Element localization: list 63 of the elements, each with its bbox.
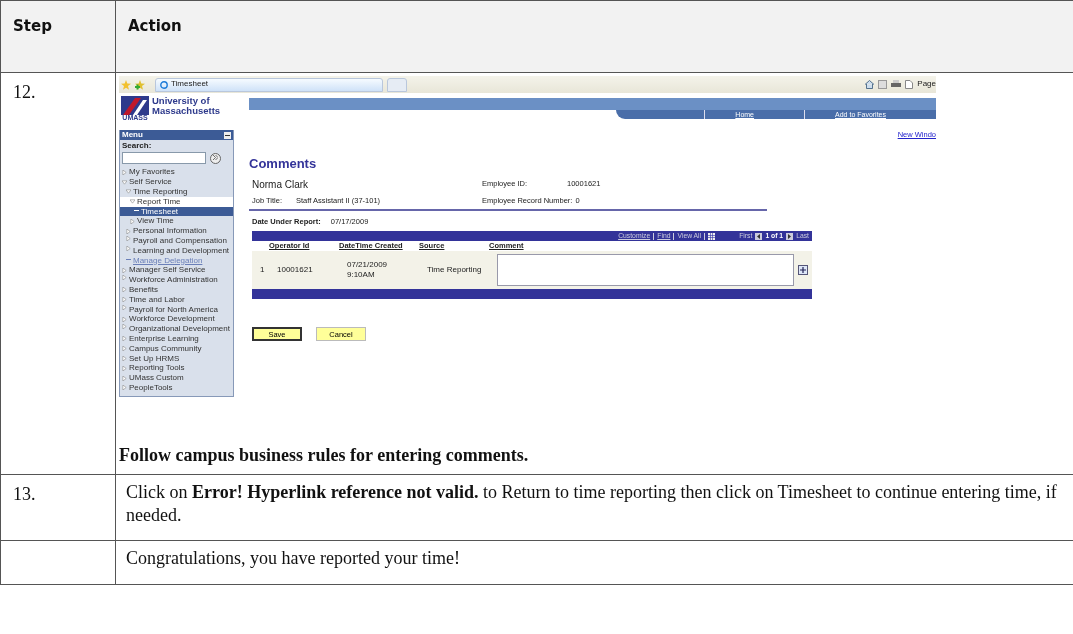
dash-icon (134, 210, 139, 213)
menu-item[interactable]: Benefits (120, 284, 233, 295)
home-icon[interactable] (865, 80, 875, 89)
comment-field[interactable] (497, 254, 794, 287)
collapse-icon[interactable] (224, 131, 231, 139)
row-number: 1 (260, 264, 266, 276)
step-cell: 13. (1, 475, 116, 541)
menu-item[interactable]: Campus Community (120, 343, 233, 354)
menu-item[interactable]: Manager Self Service (120, 265, 233, 276)
employee-name: Norma Clark (252, 177, 310, 191)
plus-icon (800, 267, 806, 274)
browser-tab[interactable]: Timesheet (155, 77, 383, 92)
printer-icon[interactable] (891, 80, 902, 89)
separator-line (673, 232, 675, 240)
next-icon[interactable] (786, 232, 794, 240)
separator-line (704, 232, 706, 240)
menu-item[interactable]: Timesheet (120, 206, 233, 217)
table-cell-text: Time Reporting (427, 264, 483, 276)
menu-item[interactable]: Organizational Development (120, 324, 233, 334)
column-header: Action (128, 16, 182, 37)
spreadsheet-icon[interactable] (708, 232, 716, 240)
menu-item[interactable]: Reporting Tools (120, 363, 233, 374)
menu-title: Menu (122, 129, 143, 141)
add-row-button[interactable] (798, 265, 808, 276)
table-cell-text: 07/21/2009 9:10AM (347, 259, 389, 281)
menu-item[interactable]: Workforce Development (120, 314, 233, 325)
menu-item[interactable]: Enterprise Learning (120, 333, 233, 344)
page-menu-label[interactable]: Page (917, 79, 936, 90)
double-chevron-icon (213, 155, 218, 161)
menu-item[interactable]: Report Time (120, 196, 233, 207)
university-logo-icon (121, 96, 149, 115)
column-header: Step (13, 16, 52, 37)
university-name: University of Massachusetts (152, 96, 222, 116)
step-cell: 12. (1, 73, 116, 475)
step-instruction: Click on Error! Hyperlink reference not valid. to Return to time reporting then click on Timesheet to continue entering time, if needed. (126, 482, 1057, 526)
menu-item[interactable]: Set Up HRMS (120, 353, 233, 364)
add-favorite-icon (135, 79, 145, 90)
step-instruction: Congratulations, you have reported your time! (126, 548, 460, 568)
search-field[interactable] (122, 152, 206, 165)
search-label: Search: (121, 140, 153, 152)
menu-item[interactable]: Time Reporting (120, 187, 233, 197)
table-cell-text: 10001621 (277, 264, 314, 276)
menu-item[interactable]: View Time (120, 216, 233, 227)
menu-item[interactable]: Learning and Development (120, 245, 233, 256)
menu-item[interactable]: Personal Information (120, 226, 233, 236)
menu-item[interactable]: UMass Custom (120, 373, 233, 383)
menu-item[interactable]: PeopleTools (120, 382, 233, 393)
page-title: Comments (249, 155, 318, 173)
star-icon (121, 79, 131, 90)
previous-icon[interactable] (755, 232, 763, 240)
menu-item[interactable]: Time and Labor (120, 294, 233, 305)
dash-icon (126, 259, 131, 262)
search-go-button[interactable] (210, 152, 221, 164)
browser-page-icon (160, 80, 168, 89)
separator-line (653, 232, 655, 240)
menu-item[interactable]: Payroll and Compensation (120, 235, 233, 246)
menu-item[interactable]: My Favorites (120, 167, 233, 178)
menu-item[interactable]: Workforce Administration (120, 275, 233, 285)
page-icon[interactable] (905, 80, 914, 89)
caret-right-icon (122, 169, 127, 175)
step-note: Follow campus business rules for entering comments. (119, 444, 530, 467)
menu-item[interactable]: Self Service (120, 177, 233, 187)
menu-item[interactable]: Payroll for North America (120, 304, 233, 315)
